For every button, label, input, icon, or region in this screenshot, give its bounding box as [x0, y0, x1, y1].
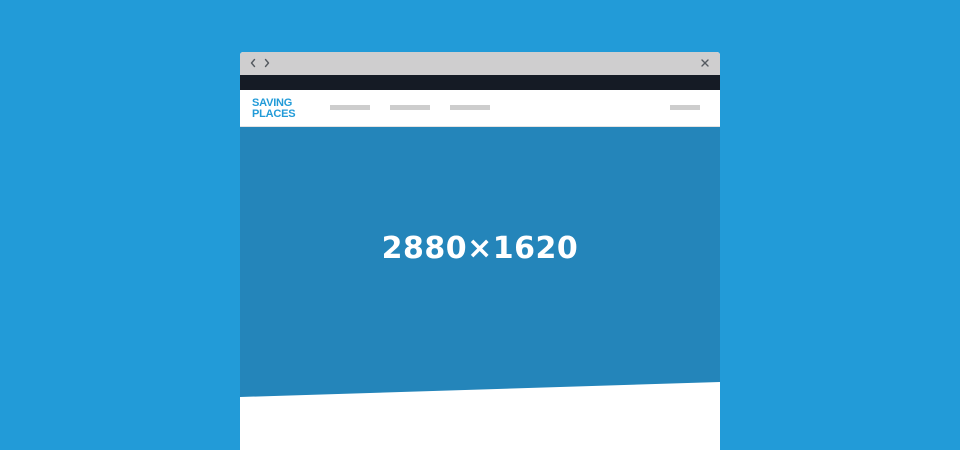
chevron-right-icon [264, 58, 270, 68]
close-icon [701, 59, 709, 67]
browser-window: SAVING PLACES 2880×1620 [240, 52, 720, 450]
nav-link-placeholder-1[interactable] [330, 105, 370, 110]
forward-button[interactable] [261, 55, 273, 71]
browser-nav-arrows [247, 55, 273, 71]
nav-link-placeholder-3[interactable] [450, 105, 490, 110]
nav-link-placeholder-right[interactable] [670, 105, 700, 110]
back-button[interactable] [247, 55, 259, 71]
hero-dimension-label: 2880×1620 [381, 231, 579, 266]
hero-image-placeholder: 2880×1620 [240, 127, 720, 399]
logo-line-2: PLACES [252, 108, 296, 120]
site-logo[interactable]: SAVING PLACES [252, 98, 296, 120]
close-button[interactable] [698, 56, 712, 70]
browser-titlebar [240, 52, 720, 75]
browser-toolbar [240, 75, 720, 90]
site-header: SAVING PLACES [240, 90, 720, 127]
chevron-left-icon [250, 58, 256, 68]
nav-link-placeholder-2[interactable] [390, 105, 430, 110]
